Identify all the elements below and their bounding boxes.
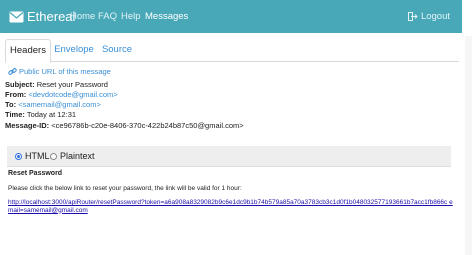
reset-password-link[interactable]: http://localhost:3000/apiRouter/resetPas… [8,199,458,214]
email-body-text: Please click the below link to reset you… [8,185,242,192]
nav-faq[interactable]: FAQ [98,11,117,22]
radio-html[interactable]: HTML [15,151,50,161]
nav-messages[interactable]: Messages [145,11,188,22]
header-to: To: <samemail@gmail.com> [5,100,101,109]
time-label: Time: [5,110,25,119]
view-toggle-bar: HTML Plaintext [7,146,451,167]
brand[interactable]: Ethereal [9,9,75,24]
nav-home[interactable]: Home [70,11,95,22]
logout-link[interactable]: Logout [407,11,450,22]
to-value[interactable]: <samemail@gmail.com> [18,100,101,109]
tab-envelope[interactable]: Envelope [54,39,94,60]
public-url-link[interactable]: Public URL of this message [8,67,111,76]
message-id-label: Message-ID: [5,121,50,130]
tab-headers[interactable]: Headers [5,39,51,63]
header-from: From: <devdotcode@gmail.com> [5,90,118,99]
time-value: Today at 12:31 [26,110,77,119]
radio-html-dot[interactable] [15,152,22,160]
header-time: Time: Today at 12:31 [5,110,76,119]
top-navbar: Ethereal Home FAQ Help Messages Logout [0,0,462,33]
tab-source[interactable]: Source [101,39,133,60]
radio-plaintext[interactable]: Plaintext [50,151,95,161]
radio-html-label: HTML [25,151,50,161]
email-body-title: Reset Password [8,170,63,177]
brand-name: Ethereal [27,9,76,24]
envelope-icon [9,11,24,22]
radio-plaintext-label: Plaintext [60,151,95,161]
header-subject: Subject: Reset your Password [5,80,108,89]
scrollbar[interactable] [465,36,472,255]
from-label: From: [5,90,27,99]
from-value[interactable]: <devdotcode@gmail.com> [28,90,117,99]
to-label: To: [5,100,17,109]
logout-icon [407,12,418,21]
message-tabs: Headers Envelope Source [5,39,459,63]
logout-label: Logout [420,11,450,22]
public-url-label: Public URL of this message [19,67,111,76]
message-id-value: <ce96786b-c20e-8406-370c-422b24b87c50@gm… [51,121,244,130]
link-icon [8,68,17,75]
nav-help[interactable]: Help [121,11,141,22]
subject-label: Subject: [5,80,35,89]
header-message-id: Message-ID: <ce96786b-c20e-8406-370c-422… [5,121,244,130]
radio-plaintext-dot[interactable] [50,152,57,160]
subject-value: Reset your Password [36,80,108,89]
